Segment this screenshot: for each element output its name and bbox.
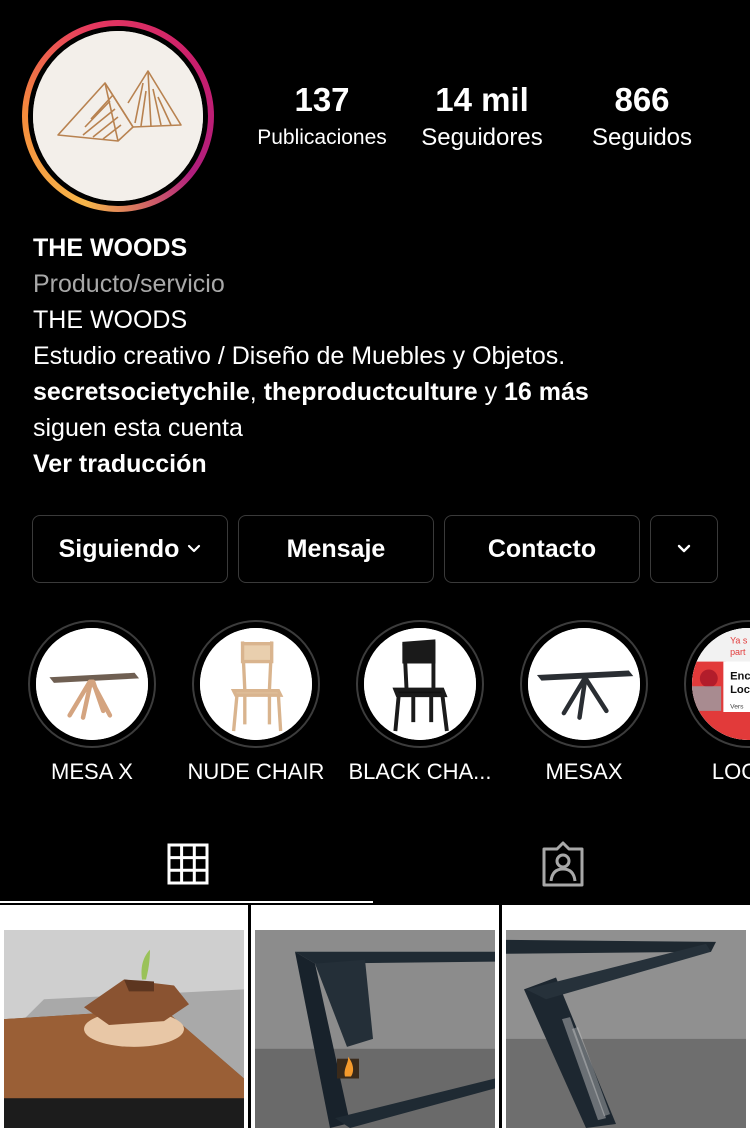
chevron-down-icon	[677, 544, 691, 553]
profile-bio: THE WOODS Producto/servicio THE WOODS Es…	[33, 230, 733, 482]
chair-thumbnail-icon	[200, 628, 312, 740]
profile-category: Producto/servicio	[33, 270, 225, 298]
highlight-label: MESA X	[51, 759, 133, 784]
profile-stats: 137 Publicaciones 14 mil Seguidores 866 …	[242, 80, 722, 160]
wooden-planter-photo	[4, 930, 244, 1128]
highlight-label: BLACK CHA...	[348, 759, 492, 784]
stat-followers[interactable]: 14 mil Seguidores	[402, 80, 562, 156]
tab-tagged[interactable]	[375, 825, 750, 903]
post-thumbnail[interactable]	[251, 905, 499, 1128]
table-thumbnail-icon	[528, 628, 640, 740]
followed-by-user-2[interactable]: theproductculture	[264, 378, 478, 406]
tab-posts-grid[interactable]	[0, 825, 375, 903]
highlight-black-chair[interactable]: BLACK CHA...	[345, 620, 495, 786]
profile-tabs	[0, 825, 750, 905]
profile-name: THE WOODS	[33, 234, 188, 262]
message-button[interactable]: Mensaje	[238, 515, 434, 583]
black-bench-detail-photo	[506, 930, 746, 1128]
contact-label: Contacto	[487, 534, 597, 563]
followed-by[interactable]: secretsocietychile, theproductculture y …	[33, 374, 733, 410]
chevron-down-icon	[188, 544, 201, 553]
followed-by-user-1[interactable]: secretsocietychile	[33, 378, 250, 406]
see-translation-link[interactable]: Ver traducción	[33, 446, 733, 482]
black-bench-photo	[255, 930, 495, 1128]
followed-by-more[interactable]: 16 más	[504, 378, 589, 406]
stat-followers-label: Seguidores	[421, 124, 543, 151]
stat-posts[interactable]: 137 Publicaciones	[242, 80, 402, 156]
bio-line-2: Estudio creativo / Diseño de Muebles y O…	[33, 342, 566, 370]
highlight-label: LOCAL	[711, 759, 750, 784]
stat-following[interactable]: 866 Seguidos	[562, 80, 722, 156]
stat-following-count: 866	[614, 81, 670, 118]
posts-grid	[0, 905, 750, 1128]
thumb-text-line3: Enc	[730, 671, 750, 683]
followed-by-and: y	[484, 378, 498, 406]
thumb-text-line4: Loc	[730, 684, 750, 696]
highlight-mesax[interactable]: MESAX	[509, 620, 659, 786]
grid-icon	[167, 843, 208, 885]
followed-by-tail: siguen esta cuenta	[33, 414, 243, 442]
local-announcement-thumbnail-icon: Ya s part Enc Loc Vers	[692, 628, 750, 740]
thumb-text-line2: part	[730, 647, 746, 657]
post-thumbnail[interactable]	[502, 905, 750, 1128]
bio-line-1: THE WOODS	[33, 306, 188, 334]
tagged-icon	[542, 841, 583, 887]
message-label: Mensaje	[286, 534, 386, 563]
mountains-logo-icon	[33, 31, 203, 201]
profile-avatar-story-ring[interactable]	[22, 20, 214, 212]
highlight-mesa-x[interactable]: MESA X	[17, 620, 167, 786]
following-button[interactable]: Siguiendo	[32, 515, 228, 583]
highlight-nude-chair[interactable]: NUDE CHAIR	[181, 620, 331, 786]
stat-following-label: Seguidos	[591, 124, 693, 151]
highlight-local[interactable]: Ya s part Enc Loc Vers LOCAL	[673, 620, 750, 786]
table-thumbnail-icon	[36, 628, 148, 740]
thumb-text-line5: Vers	[730, 704, 744, 711]
chair-thumbnail-icon	[364, 628, 476, 740]
highlight-label: NUDE CHAIR	[187, 759, 325, 784]
instagram-profile-page: 137 Publicaciones 14 mil Seguidores 866 …	[0, 0, 750, 1128]
stat-posts-label: Publicaciones	[257, 126, 387, 149]
highlight-label: MESAX	[545, 759, 623, 784]
avatar	[33, 31, 203, 201]
following-label: Siguiendo	[58, 534, 180, 563]
active-tab-indicator	[0, 901, 373, 903]
contact-button[interactable]: Contacto	[444, 515, 640, 583]
thumb-text-line1: Ya s	[730, 636, 748, 646]
stat-followers-count: 14 mil	[435, 81, 529, 118]
story-highlights: MESA X NUDE CHAIR BLACK CHA... MESAX Ya …	[0, 620, 750, 790]
post-thumbnail[interactable]	[0, 905, 248, 1128]
stat-posts-count: 137	[294, 81, 350, 118]
suggested-accounts-button[interactable]	[650, 515, 718, 583]
